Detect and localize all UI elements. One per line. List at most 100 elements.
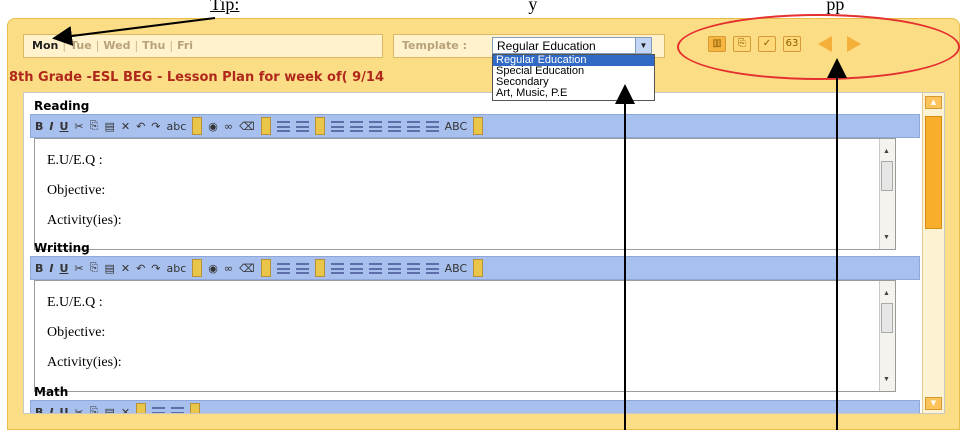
rich-text-editor[interactable]: E.U/E.Q : Objective: Activity(ies):: [34, 280, 896, 392]
scroll-up-button[interactable]: ▲: [925, 96, 942, 109]
color-icon[interactable]: ◉: [208, 262, 218, 275]
screenshot-root: Tip: y pp Mon | Tue | Wed | Thu | Fri Template :…: [0, 0, 967, 430]
rich-text-editor[interactable]: E.U/E.Q : Objective: Activity(ies):: [34, 138, 896, 250]
underline-button[interactable]: U: [59, 262, 68, 275]
editor-line: E.U/E.Q :: [47, 153, 103, 168]
eraser-icon[interactable]: ⌫: [239, 120, 255, 133]
cut-icon[interactable]: ✂: [74, 406, 83, 414]
tab-thu[interactable]: Thu: [142, 39, 165, 52]
color-icon[interactable]: ◉: [208, 120, 218, 133]
toolbar-separator: [192, 259, 203, 277]
editor-scrollbar[interactable]: [879, 139, 895, 249]
editor-toolbar: B I U ✂ ⎘ ▤ ✕ ↶ ↷ abc ◉ ∞ ⌫ ABC: [30, 256, 920, 280]
template-option-art[interactable]: Art, Music, P.E: [493, 88, 654, 99]
toolbar-separator: [260, 259, 271, 277]
italic-button[interactable]: I: [49, 406, 53, 414]
editor-scroll-thumb[interactable]: [881, 303, 893, 333]
editor-line: Activity(ies):: [47, 213, 122, 228]
editor-area: Reading B I U ✂ ⎘ ▤ ✕ ↶ ↷ abc ◉ ∞ ⌫ ABC …: [23, 92, 945, 414]
tab-fri[interactable]: Fri: [177, 39, 193, 52]
link-icon[interactable]: ∞: [224, 120, 233, 133]
top-caption: Tip: y pp: [210, 0, 844, 15]
section-title: Math: [34, 385, 69, 399]
template-selected-value: Regular Education: [497, 39, 596, 53]
redo-icon[interactable]: ↷: [151, 262, 160, 275]
section-writing: Writting B I U ✂ ⎘ ▤ ✕ ↶ ↷ abc ◉ ∞ ⌫ ABC…: [30, 241, 920, 392]
underline-button[interactable]: U: [59, 406, 68, 414]
spellcheck-button[interactable]: ABC: [445, 120, 468, 133]
outdent-icon[interactable]: [330, 262, 344, 274]
align-right-icon[interactable]: [406, 262, 420, 274]
delete-icon[interactable]: ✕: [121, 120, 130, 133]
template-dropdown-list: Regular Education Special Education Seco…: [492, 54, 655, 101]
template-label: Template :: [402, 39, 467, 52]
tab-tue[interactable]: Tue: [70, 39, 92, 52]
strike-button[interactable]: abc: [167, 262, 187, 275]
align-left-icon[interactable]: [368, 120, 382, 132]
indent-icon[interactable]: [349, 262, 363, 274]
caption-right: pp: [826, 0, 845, 14]
outdent-icon[interactable]: [330, 120, 344, 132]
link-icon[interactable]: ∞: [224, 262, 233, 275]
editor-line: Activity(ies):: [47, 355, 122, 370]
editor-toolbar: B I U ✂ ⎘ ▤ ✕: [30, 400, 920, 414]
editor-scrollbar[interactable]: [879, 281, 895, 391]
page-title: 8th Grade -ESL BEG - Lesson Plan for wee…: [9, 70, 385, 85]
number-list-icon[interactable]: [171, 406, 185, 413]
strike-button[interactable]: abc: [167, 120, 187, 133]
align-left-icon[interactable]: [368, 262, 382, 274]
align-center-icon[interactable]: [387, 262, 401, 274]
bullet-list-icon[interactable]: [152, 406, 166, 413]
align-right-icon[interactable]: [406, 120, 420, 132]
number-list-icon[interactable]: [295, 262, 309, 274]
caption-middle: y: [528, 0, 538, 14]
undo-icon[interactable]: ↶: [136, 120, 145, 133]
section-math: Math B I U ✂ ⎘ ▤ ✕: [30, 385, 920, 414]
align-center-icon[interactable]: [387, 120, 401, 132]
copy-icon[interactable]: ⎘: [90, 405, 99, 413]
bold-button[interactable]: B: [35, 120, 43, 133]
cut-icon[interactable]: ✂: [74, 120, 83, 133]
paste-icon[interactable]: ▤: [104, 262, 114, 275]
paste-icon[interactable]: ▤: [104, 406, 114, 414]
editor-toolbar: B I U ✂ ⎘ ▤ ✕ ↶ ↷ abc ◉ ∞ ⌫ ABC: [30, 114, 920, 138]
toolbar-separator: [260, 117, 271, 135]
section-title: Writting: [34, 241, 90, 255]
italic-button[interactable]: I: [49, 262, 53, 275]
redo-icon[interactable]: ↷: [151, 120, 160, 133]
delete-icon[interactable]: ✕: [121, 406, 130, 414]
main-scrollbar[interactable]: ▲ ▼: [922, 93, 944, 413]
paste-icon[interactable]: ▤: [104, 120, 114, 133]
spellcheck-button[interactable]: ABC: [445, 262, 468, 275]
cut-icon[interactable]: ✂: [74, 262, 83, 275]
copy-icon[interactable]: ⎘: [90, 119, 99, 133]
template-select[interactable]: Regular Education ▼: [492, 37, 652, 54]
bold-button[interactable]: B: [35, 406, 43, 414]
editor-line: Objective:: [47, 325, 106, 340]
bold-button[interactable]: B: [35, 262, 43, 275]
toolbar-separator: [473, 117, 484, 135]
bullet-list-icon[interactable]: [276, 262, 290, 274]
tab-wed[interactable]: Wed: [103, 39, 130, 52]
annotation-ellipse: [677, 14, 960, 80]
underline-button[interactable]: U: [59, 120, 68, 133]
tab-mon[interactable]: Mon: [32, 39, 58, 52]
section-reading: Reading B I U ✂ ⎘ ▤ ✕ ↶ ↷ abc ◉ ∞ ⌫ ABC …: [30, 99, 920, 250]
bullet-list-icon[interactable]: [276, 120, 290, 132]
main-scroll-thumb[interactable]: [925, 116, 942, 229]
justify-icon[interactable]: [425, 120, 439, 132]
indent-icon[interactable]: [349, 120, 363, 132]
italic-button[interactable]: I: [49, 120, 53, 133]
editor-line: Objective:: [47, 183, 106, 198]
eraser-icon[interactable]: ⌫: [239, 262, 255, 275]
copy-icon[interactable]: ⎘: [90, 261, 99, 275]
chevron-down-icon[interactable]: ▼: [635, 38, 651, 53]
toolbar-separator: [314, 117, 325, 135]
editor-scroll-thumb[interactable]: [881, 161, 893, 191]
toolbar-separator: [136, 403, 147, 413]
undo-icon[interactable]: ↶: [136, 262, 145, 275]
delete-icon[interactable]: ✕: [121, 262, 130, 275]
scroll-down-button[interactable]: ▼: [925, 397, 942, 410]
justify-icon[interactable]: [425, 262, 439, 274]
number-list-icon[interactable]: [295, 120, 309, 132]
